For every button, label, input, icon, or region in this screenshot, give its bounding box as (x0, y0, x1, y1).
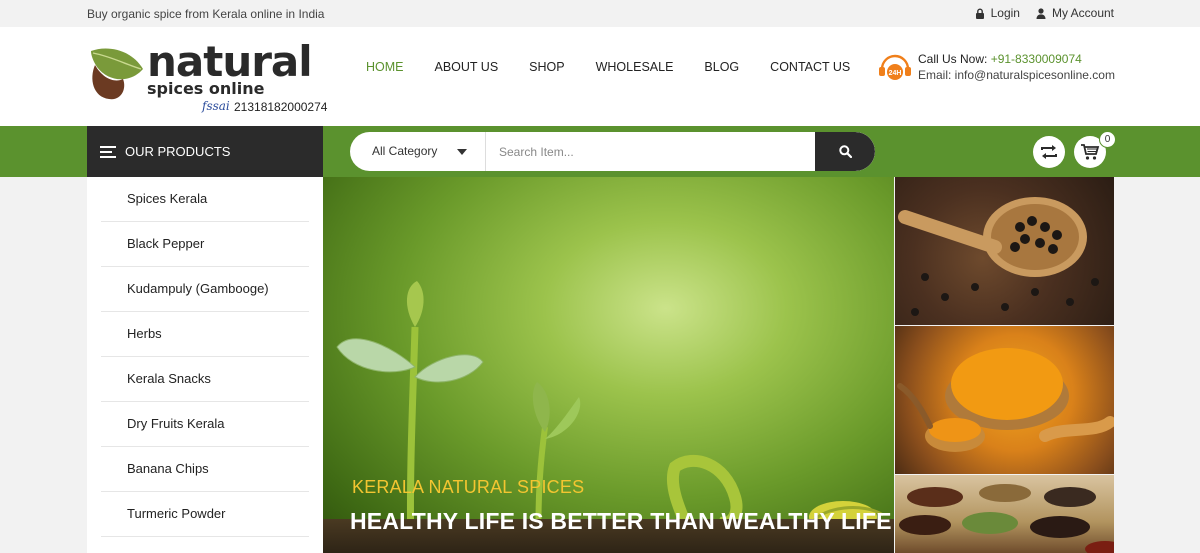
category-herbs[interactable]: Herbs (101, 312, 309, 357)
login-label: Login (990, 6, 1020, 20)
category-dry-fruits-kerala[interactable]: Dry Fruits Kerala (101, 402, 309, 447)
category-turmeric-powder[interactable]: Turmeric Powder (101, 492, 309, 537)
category-banana-chips[interactable]: Banana Chips (101, 447, 309, 492)
call-line: Call Us Now: +91-8330009074 (918, 52, 1082, 66)
category-select[interactable]: All Category (350, 132, 486, 171)
leaf-logo-icon (91, 48, 143, 100)
turmeric-bowl-illustration (897, 348, 1114, 452)
caret-down-icon (457, 149, 467, 155)
site-logo[interactable]: natural spices online fssai 213181820002… (87, 37, 328, 115)
nav-home[interactable]: HOME (366, 60, 404, 74)
search-icon (838, 145, 852, 158)
category-list: Spices Kerala Black Pepper Kudampuly (Ga… (87, 177, 323, 537)
user-icon (1036, 7, 1046, 19)
fssai-license-number: 21318182000274 (234, 100, 328, 114)
headset-badge-text: 24H (889, 70, 902, 77)
menu-lines-icon (100, 145, 116, 158)
email-line[interactable]: Email: info@naturalspicesonline.com (918, 68, 1115, 82)
hero-banner[interactable]: KERALA NATURAL SPICES HEALTHY LIFE IS BE… (323, 177, 894, 553)
assorted-spices-image[interactable] (895, 475, 1114, 553)
contact-info: 24H Call Us Now: +91-8330009074 Email: i… (878, 51, 1118, 85)
logo-subtitle: spices online (147, 79, 265, 98)
search-input[interactable] (487, 132, 815, 171)
category-kerala-snacks[interactable]: Kerala Snacks (101, 357, 309, 402)
my-account-link[interactable]: My Account (1036, 6, 1114, 20)
shopping-cart-icon (1081, 144, 1100, 160)
headset-24h-icon: 24H (879, 54, 911, 80)
fssai-mark: fssai (202, 99, 230, 113)
nav-contact-us[interactable]: CONTACT US (770, 60, 850, 74)
our-products-menu-button[interactable]: OUR PRODUCTS (87, 126, 323, 177)
site-tagline: Buy organic spice from Kerala online in … (87, 7, 325, 21)
nav-blog[interactable]: BLOG (704, 60, 739, 74)
our-products-label: OUR PRODUCTS (125, 144, 231, 159)
lock-icon (975, 8, 984, 19)
nav-shop[interactable]: SHOP (529, 60, 564, 74)
black-pepper-spoon-image[interactable] (895, 177, 1114, 325)
pepper-spoon-illustration (898, 197, 1099, 316)
top-bar: Buy organic spice from Kerala online in … (0, 0, 1200, 27)
product-category-sidebar: Spices Kerala Black Pepper Kudampuly (Ga… (87, 177, 323, 553)
search-button[interactable] (815, 132, 875, 171)
category-selected-value: All Category (372, 144, 438, 158)
compare-button[interactable] (1033, 136, 1065, 168)
spice-sacks-illustration (899, 484, 1114, 553)
nav-about-us[interactable]: ABOUT US (435, 60, 499, 74)
compare-arrows-icon (1041, 145, 1057, 159)
account-links: Login My Account (975, 6, 1114, 20)
category-kudampuly[interactable]: Kudampuly (Gambooge) (101, 267, 309, 312)
login-link[interactable]: Login (975, 6, 1020, 20)
cart-count-badge: 0 (1099, 131, 1116, 148)
call-label: Call Us Now: (918, 52, 988, 66)
category-search-bar: OUR PRODUCTS All Category 0 (0, 126, 1200, 177)
hero-title: HEALTHY LIFE IS BETTER THAN WEALTHY LIFE (350, 508, 892, 534)
main-nav: HOME ABOUT US SHOP WHOLESALE BLOG CONTAC… (366, 60, 850, 74)
search-box: All Category (350, 132, 875, 171)
nav-wholesale[interactable]: WHOLESALE (596, 60, 674, 74)
category-spices-kerala[interactable]: Spices Kerala (101, 177, 309, 222)
main-content: Spices Kerala Black Pepper Kudampuly (Ga… (0, 177, 1200, 553)
phone-number[interactable]: +91-8330009074 (991, 52, 1082, 66)
hero-subtitle: KERALA NATURAL SPICES (352, 477, 585, 497)
turmeric-powder-image[interactable] (895, 326, 1114, 474)
my-account-label: My Account (1051, 6, 1114, 20)
category-black-pepper[interactable]: Black Pepper (101, 222, 309, 267)
site-header: natural spices online fssai 213181820002… (0, 27, 1200, 126)
